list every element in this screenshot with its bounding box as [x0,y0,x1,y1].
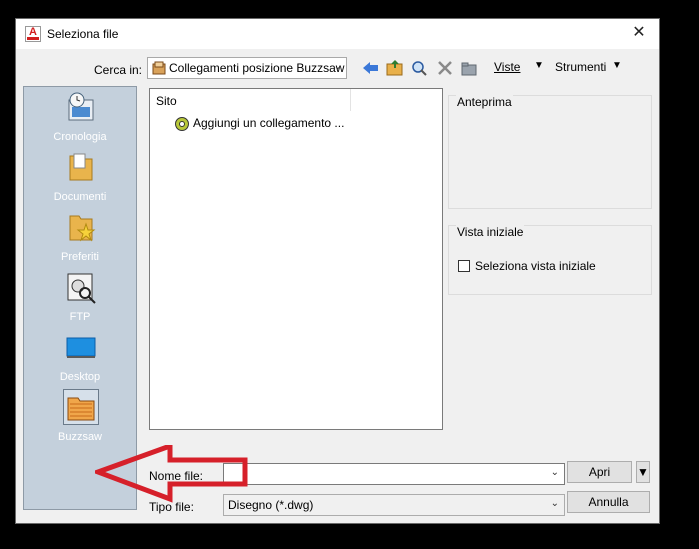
file-name-input[interactable]: ⌄ [223,463,565,485]
column-header-site[interactable]: Sito [150,89,351,111]
preview-title: Anteprima [456,95,513,109]
open-button[interactable]: Apri [567,461,632,483]
place-label: Desktop [59,371,101,383]
file-list[interactable]: Sito Aggiungi un collegamento ... [149,88,443,430]
desktop-icon [66,337,96,358]
tools-menu[interactable]: Strumenti [555,60,606,74]
buzzsaw-folder-icon [63,389,99,425]
buzzsaw-links-icon [152,61,166,75]
views-dropdown-arrow-icon[interactable]: ▼ [534,60,544,71]
window-title: Seleziona file [47,27,119,41]
title-bar: A Seleziona file ✕ [16,19,659,49]
favorites-folder-icon [69,215,96,242]
delete-icon[interactable] [435,59,455,77]
back-icon[interactable] [361,59,381,77]
list-item-label: Aggiungi un collegamento ... [193,116,345,130]
select-initial-view-checkbox[interactable] [458,260,470,272]
up-folder-icon[interactable] [385,59,405,77]
tools-dropdown-arrow-icon[interactable]: ▼ [612,60,622,71]
select-initial-view-label[interactable]: Seleziona vista iniziale [475,259,596,273]
ftp-icon [67,273,96,304]
chevron-down-icon: ⌄ [333,61,342,72]
close-button[interactable]: ✕ [629,23,649,43]
autocad-app-icon: A [25,26,41,42]
look-in-label: Cerca in: [94,63,143,77]
add-link-icon [175,117,189,131]
open-options-arrow-icon[interactable]: ▼ [636,461,650,483]
place-cronologia[interactable]: Cronologia [24,88,136,148]
place-documenti[interactable]: Documenti [24,148,136,208]
place-label: FTP [69,311,91,323]
file-type-select[interactable]: Disegno (*.dwg) ⌄ [223,494,565,516]
place-label: Documenti [53,191,107,203]
annotation-arrow-icon [95,445,248,503]
initial-view-title: Vista iniziale [456,225,525,239]
look-in-dropdown[interactable]: Collegamenti posizione Buzzsaw ⌄ [147,57,347,79]
new-folder-icon[interactable] [459,59,479,77]
place-preferiti[interactable]: Preferiti [24,208,136,268]
cancel-button[interactable]: Annulla [567,491,650,513]
search-web-icon[interactable] [409,59,429,77]
place-ftp[interactable]: FTP [24,268,136,328]
chevron-down-icon: ⌄ [550,498,559,509]
place-label: Cronologia [53,131,107,143]
place-label: Buzzsaw [57,431,103,443]
place-desktop[interactable]: Desktop [24,328,136,388]
history-icon [68,92,94,121]
chevron-down-icon[interactable]: ⌄ [551,467,559,478]
place-buzzsaw[interactable]: Buzzsaw [24,388,136,448]
place-label: Preferiti [61,251,99,263]
column-header-label: Sito [156,94,177,108]
views-menu[interactable]: Viste [494,60,520,74]
preview-group: Anteprima [448,95,652,209]
look-in-value: Collegamenti posizione Buzzsaw [169,61,345,75]
initial-view-group: Vista iniziale Seleziona vista iniziale [448,225,652,295]
documents-folder-icon [69,153,93,181]
